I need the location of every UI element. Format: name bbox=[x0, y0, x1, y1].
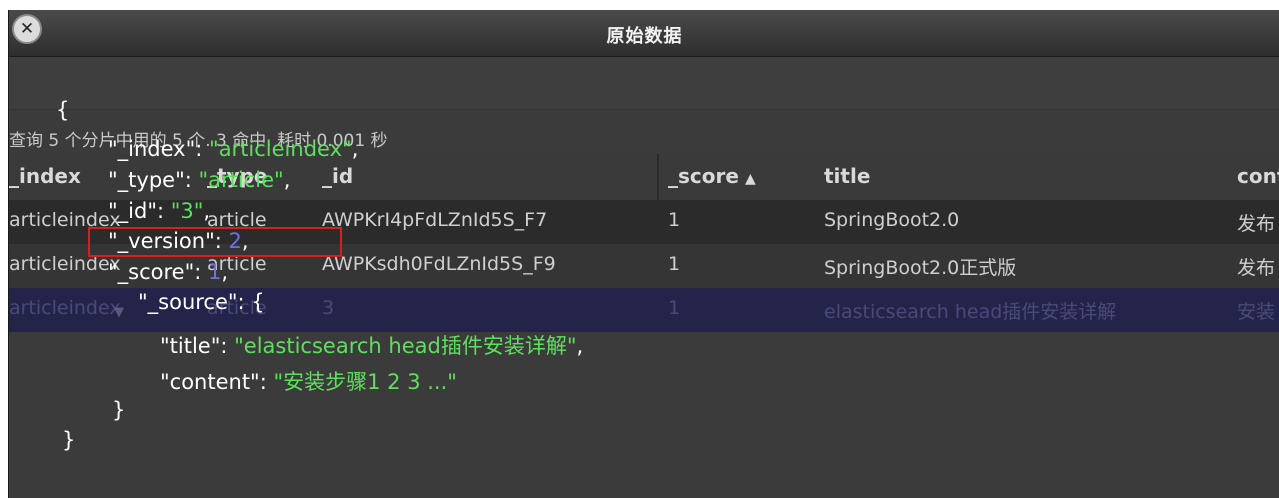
cell-content: 安装 bbox=[1237, 301, 1276, 323]
dialog-toolbar bbox=[9, 57, 1279, 110]
cell-id: AWPKsdh0FdLZnId5S_F9 bbox=[322, 253, 556, 275]
column-header-content[interactable]: content bbox=[1237, 164, 1279, 188]
column-header-type[interactable]: _type bbox=[207, 164, 267, 188]
cell-type: article bbox=[207, 297, 267, 319]
column-header-score-label: _score bbox=[668, 164, 739, 188]
column-header-score[interactable]: _score ▲ bbox=[668, 164, 756, 188]
results-table-area: 查询 5 个分片中用的 5 个. 3 命中. 耗时 0.001 秒 _index… bbox=[9, 110, 1279, 350]
cell-index: articleindex bbox=[9, 209, 121, 231]
raw-data-dialog: 原始数据 查询 5 个分片中用的 5 个. 3 命中. 耗时 0.001 秒 _… bbox=[8, 10, 1279, 498]
column-header-id[interactable]: _id bbox=[322, 164, 353, 188]
table-row[interactable]: articleindex article AWPKsdh0FdLZnId5S_F… bbox=[9, 244, 1279, 288]
query-summary: 查询 5 个分片中用的 5 个. 3 命中. 耗时 0.001 秒 bbox=[9, 131, 388, 151]
cell-id: AWPKrI4pFdLZnId5S_F7 bbox=[322, 209, 548, 231]
cell-id: 3 bbox=[322, 297, 335, 319]
cell-score: 1 bbox=[668, 253, 681, 275]
dialog-titlebar: 原始数据 bbox=[9, 10, 1279, 57]
table-header: _index _type _id _score ▲ title content bbox=[9, 154, 1279, 200]
dialog-title: 原始数据 bbox=[606, 26, 683, 47]
sort-ascending-icon: ▲ bbox=[744, 171, 756, 187]
column-header-title[interactable]: title bbox=[824, 164, 870, 188]
cell-title: elasticsearch head插件安装详解 bbox=[824, 301, 1117, 323]
cell-content: 发布 bbox=[1237, 257, 1276, 279]
cell-score: 1 bbox=[668, 209, 681, 231]
close-icon: ✕ bbox=[19, 19, 35, 39]
column-header-index[interactable]: _index bbox=[9, 164, 81, 188]
cell-type: article bbox=[207, 253, 267, 275]
table-row-selected[interactable]: articleindex article 3 1 elasticsearch h… bbox=[9, 288, 1279, 332]
cell-title: SpringBoot2.0正式版 bbox=[824, 257, 1017, 279]
table-row[interactable]: articleindex article AWPKrI4pFdLZnId5S_F… bbox=[9, 200, 1279, 244]
cell-title: SpringBoot2.0 bbox=[824, 209, 960, 231]
column-divider bbox=[657, 154, 659, 200]
cell-type: article bbox=[207, 209, 267, 231]
screenshot: 原始数据 查询 5 个分片中用的 5 个. 3 命中. 耗时 0.001 秒 _… bbox=[0, 0, 1279, 498]
cell-index: articleindex bbox=[9, 297, 121, 319]
cell-index: articleindex bbox=[9, 253, 121, 275]
close-button[interactable]: ✕ bbox=[12, 14, 42, 44]
cell-score: 1 bbox=[668, 297, 681, 319]
cell-content: 发布 bbox=[1237, 213, 1276, 235]
